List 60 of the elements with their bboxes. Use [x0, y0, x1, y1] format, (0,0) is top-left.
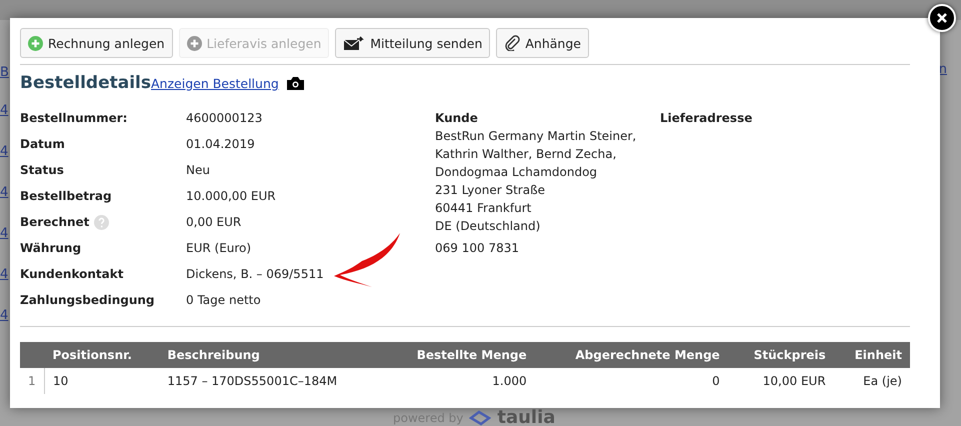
- field-label: Kundenkontakt: [20, 267, 124, 281]
- field-value: Dickens, B. – 069/5511: [186, 267, 325, 283]
- delivery-heading: Lieferadresse: [660, 111, 752, 127]
- customer-phone: 069 100 7831: [435, 241, 520, 255]
- arrow-drawing: [332, 231, 402, 289]
- show-order-link[interactable]: Anzeigen Bestellung: [151, 76, 279, 90]
- paperclip-icon: [504, 35, 520, 51]
- section-title: Bestelldetails: [20, 73, 151, 93]
- field-label: Währung: [20, 241, 82, 255]
- column-header: Beschreibung: [159, 342, 384, 368]
- background-link[interactable]: B: [0, 55, 10, 90]
- address-line: Kathrin Walther, Bernd Zecha,: [435, 146, 618, 163]
- background-link[interactable]: 4: [0, 131, 10, 172]
- column-header: Abgerechnete Menge: [534, 342, 728, 368]
- address-line: DE (Deutschland): [435, 218, 542, 235]
- table-cell: 10: [44, 368, 160, 394]
- toolbar-button[interactable]: Anhänge: [496, 28, 589, 58]
- customer-heading: Kunde: [435, 111, 479, 125]
- column-header: Einheit: [834, 342, 910, 368]
- background-link[interactable]: 4: [0, 254, 10, 295]
- background-link[interactable]: 4: [0, 90, 10, 131]
- address-line: Dondogmaa Lchamdondog: [435, 164, 598, 181]
- camera-icon[interactable]: [286, 76, 304, 90]
- field-label: Bestellnummer:: [20, 111, 128, 125]
- plus-icon: [28, 36, 43, 50]
- field-label: Bestellbetrag: [20, 189, 112, 203]
- column-header: Positionsnr.: [44, 342, 160, 368]
- field-value: 01.04.2019: [186, 137, 256, 153]
- field-value: 4600000123: [186, 111, 264, 127]
- field-value: EUR (Euro): [186, 241, 252, 257]
- plus-icon: [186, 36, 202, 50]
- address-line: 231 Lyoner Straße: [435, 182, 546, 199]
- close-icon: [936, 12, 948, 24]
- field-label: Datum: [20, 137, 65, 151]
- field-label: Status: [20, 163, 64, 177]
- column-header: Bestellte Menge: [383, 342, 535, 368]
- column-header: Stückpreis: [728, 342, 834, 368]
- field-value: 10.000,00 EUR: [186, 189, 277, 205]
- brand-name: taulia: [497, 407, 556, 426]
- field-value: 0,00 EUR: [186, 215, 242, 231]
- address-line: BestRun Germany Martin Steiner,: [435, 128, 638, 145]
- table-cell: 1.000: [383, 368, 535, 394]
- toolbar-button[interactable]: Mitteilung senden: [335, 28, 490, 58]
- table-cell: 1157 – 170DS55001C–184M: [159, 368, 384, 394]
- background-link[interactable]: n: [938, 62, 947, 77]
- field-value: 0 Tage netto: [186, 293, 262, 309]
- row-number: 1: [20, 368, 44, 394]
- toolbar-button[interactable]: Rechnung anlegen: [20, 28, 173, 58]
- field-label: Berechnet: [20, 215, 90, 229]
- background-link[interactable]: 4: [0, 213, 10, 254]
- mail-icon: [343, 36, 366, 50]
- logo-icon: [469, 410, 492, 426]
- background-link[interactable]: 4: [0, 172, 10, 213]
- address-line: 60441 Frankfurt: [435, 200, 532, 217]
- table-cell: Ea (je): [834, 368, 910, 394]
- field-label: Zahlungsbedingung: [20, 293, 155, 307]
- table-cell: 0: [534, 368, 728, 394]
- field-value: Neu: [186, 163, 211, 179]
- table-cell: 10,00 EUR: [728, 368, 834, 394]
- background-link[interactable]: 4: [0, 295, 10, 336]
